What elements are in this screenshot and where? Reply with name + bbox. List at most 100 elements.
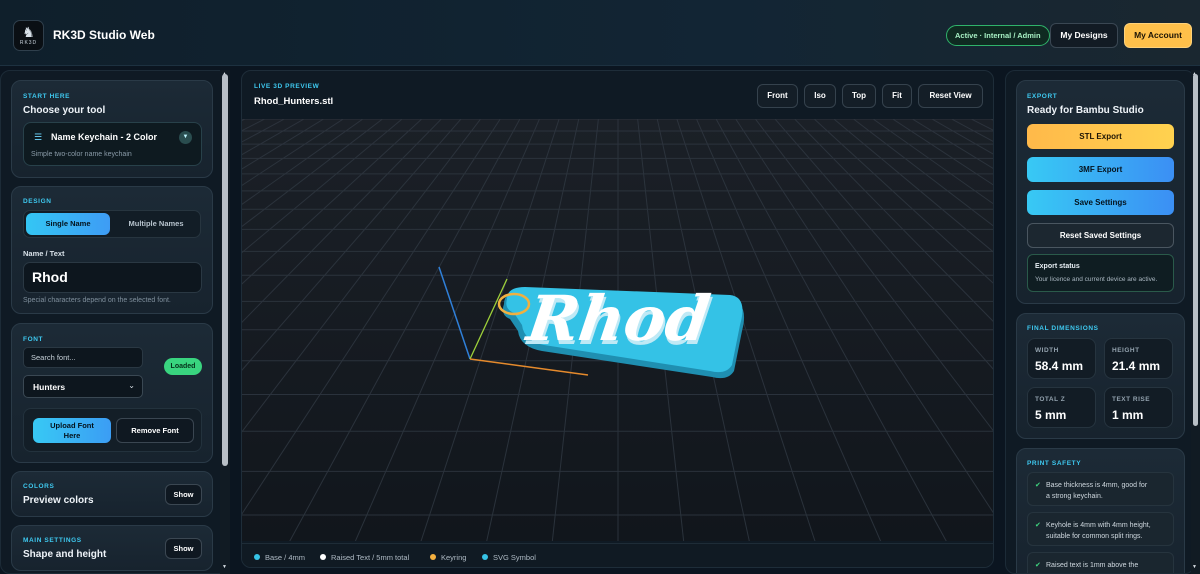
- reset-saved-settings-button[interactable]: Reset Saved Settings: [1027, 223, 1174, 248]
- view-top-button[interactable]: Top: [842, 84, 876, 108]
- view-front-button[interactable]: Front: [757, 84, 798, 108]
- dimension-width-label: WIDTH: [1035, 347, 1059, 354]
- preview-section-label: LIVE 3D PREVIEW: [254, 83, 320, 90]
- name-mode-toggle: Single Name Multiple Names: [23, 210, 201, 238]
- legend-base: Base / 4mm: [254, 553, 305, 562]
- export-section-label: EXPORT: [1027, 93, 1058, 100]
- print-safety-section-label: PRINT SAFETY: [1027, 460, 1082, 467]
- stl-export-button[interactable]: STL Export: [1027, 124, 1174, 149]
- colors-section-label: COLORS: [23, 483, 55, 490]
- dimension-width-value: 58.4 mm: [1035, 359, 1084, 373]
- my-designs-button[interactable]: My Designs: [1050, 23, 1118, 48]
- app-title: RK3D Studio Web: [53, 28, 155, 42]
- safety-item-text: Raised text is 1mm above the: [1046, 560, 1170, 571]
- view-iso-button[interactable]: Iso: [804, 84, 836, 108]
- main-settings-card: MAIN SETTINGS Shape and height Show: [11, 525, 213, 571]
- left-scrollbar-thumb[interactable]: [222, 74, 228, 466]
- font-card: FONT Search font... Loaded Hunters ⌄ Upl…: [11, 323, 213, 463]
- safety-item-line: a strong keychain.: [1046, 493, 1103, 500]
- export-status-title: Export status: [1035, 263, 1080, 270]
- reset-view-button[interactable]: Reset View: [918, 84, 983, 108]
- font-search-input[interactable]: Search font...: [23, 347, 143, 368]
- upload-font-button[interactable]: Upload Font Here: [33, 418, 111, 443]
- legend-svg-symbol: SVG Symbol: [482, 553, 536, 562]
- view-fit-button[interactable]: Fit: [882, 84, 912, 108]
- right-scrollbar-thumb[interactable]: [1193, 74, 1198, 426]
- license-status-badge: Active · Internal / Admin: [946, 25, 1050, 46]
- menu-icon: ☰: [34, 132, 43, 142]
- legend-dot-svg: [482, 554, 488, 560]
- logo-text: RK3D: [19, 40, 38, 46]
- legend-dot-raised: [320, 554, 326, 560]
- print-safety-card: PRINT SAFETY ✔ Base thickness is 4mm, go…: [1016, 448, 1185, 573]
- font-select[interactable]: Hunters ⌄: [23, 375, 143, 398]
- app-logo[interactable]: ♞ RK3D: [13, 20, 44, 51]
- save-settings-button[interactable]: Save Settings: [1027, 190, 1174, 215]
- legend-dot-base: [254, 554, 260, 560]
- dimension-total-z-label: TOTAL Z: [1035, 396, 1066, 403]
- dimension-text-rise-value: 1 mm: [1112, 408, 1144, 422]
- colors-card: COLORS Preview colors Show: [11, 471, 213, 517]
- dimension-height: HEIGHT 21.4 mm: [1104, 338, 1173, 379]
- safety-item-line: suitable for common split rings.: [1046, 533, 1143, 540]
- safety-item-text: Base thickness is 4mm, good for a strong …: [1046, 480, 1170, 502]
- name-field-label: Name / Text: [23, 249, 65, 258]
- font-loaded-badge: Loaded: [164, 358, 202, 375]
- 3d-viewport[interactable]: Rhod Rhod: [242, 71, 993, 567]
- right-sidebar[interactable]: EXPORT Ready for Bambu Studio STL Export…: [1005, 70, 1195, 574]
- upload-font-label-line2: Here: [63, 431, 81, 440]
- export-status-desc: Your licence and current device are acti…: [1035, 276, 1158, 283]
- 3d-scene: Rhod Rhod: [242, 71, 993, 567]
- main-settings-section-label: MAIN SETTINGS: [23, 537, 82, 544]
- right-scrollbar[interactable]: ▲ ▼: [1191, 70, 1200, 574]
- safety-item-text: Keyhole is 4mm with 4mm height, suitable …: [1046, 520, 1170, 542]
- scroll-down-icon[interactable]: ▼: [222, 564, 227, 570]
- tab-multiple-names[interactable]: Multiple Names: [114, 213, 198, 235]
- chevron-down-icon: ⌄: [128, 381, 135, 390]
- name-text-input[interactable]: Rhod: [23, 262, 202, 293]
- start-card: START HERE Choose your tool ☰ Name Keych…: [11, 80, 213, 178]
- check-icon: ✔: [1035, 562, 1041, 569]
- legend-keyring-label: Keyring: [441, 553, 467, 562]
- tab-single-name[interactable]: Single Name: [26, 213, 110, 235]
- start-section-label: START HERE: [23, 93, 71, 100]
- legend-raised-text: Raised Text / 5mm total: [320, 553, 409, 562]
- check-icon: ✔: [1035, 482, 1041, 489]
- preview-legend: Base / 4mm Raised Text / 5mm total Keyri…: [242, 543, 993, 567]
- preview-filename: Rhod_Hunters.stl: [254, 96, 334, 107]
- show-colors-button[interactable]: Show: [165, 484, 202, 505]
- left-scrollbar[interactable]: ▲ ▼: [220, 70, 230, 574]
- safety-item: ✔ Base thickness is 4mm, good for a stron…: [1027, 472, 1174, 506]
- preview-panel: LIVE 3D PREVIEW Rhod_Hunters.stl Front I…: [241, 70, 994, 568]
- dimension-height-label: HEIGHT: [1112, 347, 1140, 354]
- safety-item: ✔ Keyhole is 4mm with 4mm height, suitabl…: [1027, 512, 1174, 546]
- tool-select[interactable]: ☰ Name Keychain - 2 Color ▼ Simple two-c…: [23, 122, 202, 166]
- design-section-label: DESIGN: [23, 198, 52, 205]
- legend-keyring: Keyring: [430, 553, 466, 562]
- remove-font-button[interactable]: Remove Font: [116, 418, 194, 443]
- main-settings-section-title: Shape and height: [23, 549, 107, 560]
- tool-description: Simple two-color name keychain: [31, 151, 132, 158]
- left-sidebar[interactable]: START HERE Choose your tool ☰ Name Keych…: [0, 70, 230, 574]
- scroll-down-icon[interactable]: ▼: [1192, 564, 1197, 570]
- dimension-total-z: TOTAL Z 5 mm: [1027, 387, 1096, 428]
- chevron-down-icon[interactable]: ▼: [179, 131, 192, 144]
- logo-figure-icon: ♞: [22, 24, 35, 40]
- legend-dot-keyring: [430, 554, 436, 560]
- colors-section-title: Preview colors: [23, 495, 94, 506]
- legend-raised-label: Raised Text / 5mm total: [331, 553, 410, 562]
- font-section-label: FONT: [23, 336, 44, 343]
- dimension-text-rise: TEXT RISE 1 mm: [1104, 387, 1173, 428]
- font-hint-text: Special characters depend on the selecte…: [23, 297, 171, 304]
- design-card: DESIGN Single Name Multiple Names Name /…: [11, 186, 213, 314]
- dimension-width: WIDTH 58.4 mm: [1027, 338, 1096, 379]
- my-account-button[interactable]: My Account: [1124, 23, 1192, 48]
- upload-font-label-line1: Upload Font: [50, 421, 94, 430]
- safety-item-line: Raised text is 1mm above the: [1046, 562, 1139, 569]
- export-section-title: Ready for Bambu Studio: [1027, 105, 1144, 116]
- export-card: EXPORT Ready for Bambu Studio STL Export…: [1016, 80, 1185, 304]
- safety-item: ✔ Raised text is 1mm above the: [1027, 552, 1174, 573]
- show-main-settings-button[interactable]: Show: [165, 538, 202, 559]
- safety-item-line: Keyhole is 4mm with 4mm height,: [1046, 522, 1151, 529]
- 3mf-export-button[interactable]: 3MF Export: [1027, 157, 1174, 182]
